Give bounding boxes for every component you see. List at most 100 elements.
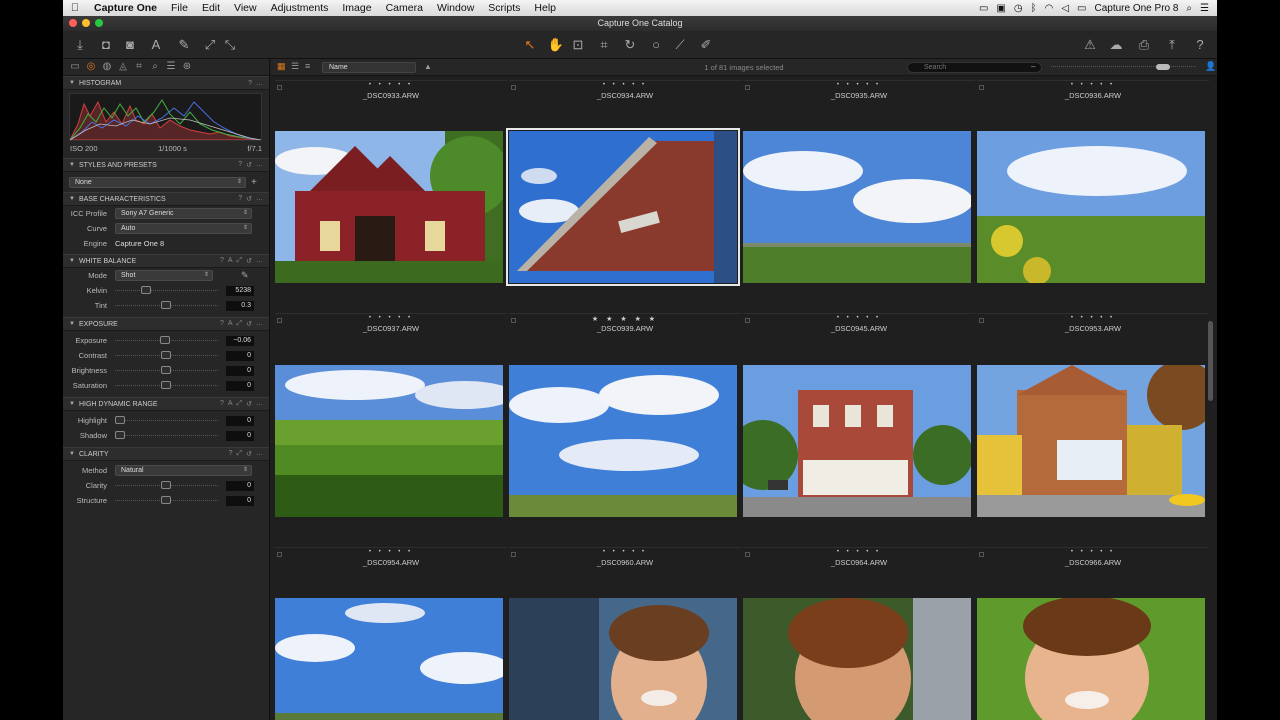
image-caption[interactable]: • • • • • _DSC0937.ARW — [275, 313, 507, 333]
image-caption[interactable]: • • • • • _DSC0934.ARW — [509, 80, 741, 100]
star-rating[interactable]: ★ ★ ★ ★ ★ — [509, 315, 741, 323]
method-select[interactable]: Natural — [115, 465, 252, 476]
help-icon[interactable]: ? — [238, 195, 242, 203]
reset-icon[interactable]: ↺ — [246, 257, 252, 265]
menu-icon[interactable]: … — [256, 161, 263, 169]
exposure-tab-icon[interactable]: ◍ — [101, 61, 113, 73]
image-thumbnail[interactable] — [275, 131, 503, 283]
battery-icon[interactable]: ▭ — [1077, 3, 1086, 14]
exposure-slider[interactable] — [115, 335, 218, 346]
reset-icon[interactable]: ↺ — [246, 195, 252, 203]
menu-icon[interactable]: … — [256, 257, 263, 265]
reset-icon[interactable]: ↺ — [246, 161, 252, 169]
volume-icon[interactable]: ◁ — [1061, 3, 1069, 14]
hdr-header[interactable]: ▼ HIGH DYNAMIC RANGE ? A ⤢ ↺… — [63, 397, 269, 411]
add-style-icon[interactable]: + — [251, 177, 257, 188]
highlight-slider-knob[interactable] — [115, 416, 125, 424]
structure-slider[interactable] — [115, 495, 218, 506]
image-thumbnail[interactable] — [275, 598, 503, 720]
exposure-header[interactable]: ▼ EXPOSURE ? A ⤢ ↺… — [63, 317, 269, 331]
histogram-header[interactable]: ▼ HISTOGRAM ?… — [63, 76, 269, 90]
metadata-tab-icon[interactable]: ☰ — [165, 61, 177, 73]
help-icon[interactable]: ? — [229, 450, 233, 458]
search-menu-icon[interactable]: – — [1031, 62, 1035, 71]
contrast-slider-knob[interactable] — [161, 351, 171, 359]
menu-file[interactable]: File — [164, 2, 195, 14]
picker-tool-icon[interactable]: ⟋ — [671, 37, 689, 53]
auto-icon[interactable]: A — [228, 257, 233, 265]
auto-adjust-icon[interactable]: ⤢ — [201, 37, 219, 53]
wb-picker-icon[interactable]: ✎ — [241, 270, 249, 281]
time-machine-icon[interactable]: ◷ — [1014, 3, 1023, 14]
apple-menu-icon[interactable]:  — [63, 2, 87, 14]
copy-icon[interactable]: ⤢ — [237, 320, 243, 328]
base-characteristics-header[interactable]: ▼ BASE CHARACTERISTICS ? ↺… — [63, 192, 269, 206]
menu-image[interactable]: Image — [335, 2, 378, 14]
image-caption[interactable]: • • • • • _DSC0954.ARW — [275, 547, 507, 567]
image-caption[interactable]: • • • • • _DSC0933.ARW — [275, 80, 507, 100]
help-icon[interactable]: ? — [220, 400, 224, 408]
rotate-tool-icon[interactable]: ↻ — [621, 37, 639, 53]
spotlight-icon[interactable]: ⌕ — [1186, 3, 1192, 14]
saturation-slider[interactable] — [115, 380, 218, 391]
star-rating[interactable]: • • • • • — [275, 82, 507, 88]
image-thumbnail[interactable] — [509, 598, 737, 720]
exposure-slider-knob[interactable] — [160, 336, 170, 344]
curve-select[interactable]: Auto — [115, 223, 252, 234]
print-icon[interactable]: ⎙ — [1135, 37, 1153, 53]
brightness-input[interactable]: 0 — [226, 365, 254, 376]
structure-slider-knob[interactable] — [161, 496, 171, 504]
reset-icon[interactable]: ↺ — [246, 400, 252, 408]
star-rating[interactable]: • • • • • — [275, 549, 507, 555]
tint-slider-knob[interactable] — [161, 301, 171, 309]
adjustments-tab-icon[interactable]: ⊛ — [181, 61, 193, 73]
clarity-input[interactable]: 0 — [226, 480, 254, 491]
tint-slider[interactable] — [115, 300, 218, 311]
reset-icon[interactable]: ↺ — [246, 450, 252, 458]
contrast-slider[interactable] — [115, 350, 218, 361]
image-thumbnail[interactable] — [977, 365, 1205, 517]
white-balance-header[interactable]: ▼ WHITE BALANCE ? A ⤢ ↺… — [63, 254, 269, 268]
airplay-icon[interactable]: ▣ — [996, 3, 1005, 14]
image-caption[interactable]: ★ ★ ★ ★ ★ _DSC0939.ARW — [509, 313, 741, 333]
star-rating[interactable]: • • • • • — [977, 315, 1209, 321]
menu-window[interactable]: Window — [430, 2, 481, 14]
camera-icon[interactable]: ◙ — [121, 37, 139, 52]
shadow-slider-knob[interactable] — [115, 431, 125, 439]
text-icon[interactable]: A — [147, 37, 165, 52]
cloud-icon[interactable]: ☁ — [1107, 37, 1125, 53]
thumbnail-size-slider[interactable] — [1051, 66, 1196, 67]
brush-icon[interactable]: ✎ — [175, 37, 193, 53]
warning-icon[interactable]: ⚠ — [1081, 37, 1099, 53]
export-icon[interactable]: ⤒ — [1163, 37, 1181, 53]
spot-tool-icon[interactable]: ○ — [647, 37, 665, 52]
notification-center-icon[interactable]: ☰ — [1200, 3, 1209, 14]
shadow-slider[interactable] — [115, 430, 218, 441]
star-rating[interactable]: • • • • • — [743, 549, 975, 555]
brightness-slider-knob[interactable] — [161, 366, 171, 374]
image-thumbnail[interactable] — [509, 365, 737, 517]
help-icon[interactable]: ? — [220, 257, 224, 265]
star-rating[interactable]: • • • • • — [509, 82, 741, 88]
copy-icon[interactable]: ⤢ — [237, 400, 243, 408]
collapse-triangle-icon[interactable]: ▼ — [69, 196, 75, 202]
star-rating[interactable]: • • • • • — [743, 82, 975, 88]
collapse-triangle-icon[interactable]: ▼ — [69, 162, 75, 168]
color-tab-icon[interactable]: ◎ — [85, 61, 97, 73]
menu-scripts[interactable]: Scripts — [481, 2, 527, 14]
menu-icon[interactable]: … — [256, 80, 263, 87]
menu-icon[interactable]: … — [256, 320, 263, 328]
image-caption[interactable]: • • • • • _DSC0966.ARW — [977, 547, 1209, 567]
details-tab-icon[interactable]: ⌕ — [149, 61, 161, 73]
crop-tool-icon[interactable]: ⌗ — [595, 37, 613, 53]
menu-icon[interactable]: … — [256, 450, 263, 458]
image-thumbnail[interactable] — [977, 131, 1205, 283]
image-thumbnail[interactable] — [743, 365, 971, 517]
composition-tab-icon[interactable]: ⌗ — [133, 61, 145, 73]
star-rating[interactable]: • • • • • — [743, 315, 975, 321]
auto-icon[interactable]: A — [228, 320, 233, 328]
image-caption[interactable]: • • • • • _DSC0964.ARW — [743, 547, 975, 567]
image-thumbnail[interactable] — [977, 598, 1205, 720]
image-caption[interactable]: • • • • • _DSC0953.ARW — [977, 313, 1209, 333]
star-rating[interactable]: • • • • • — [509, 549, 741, 555]
